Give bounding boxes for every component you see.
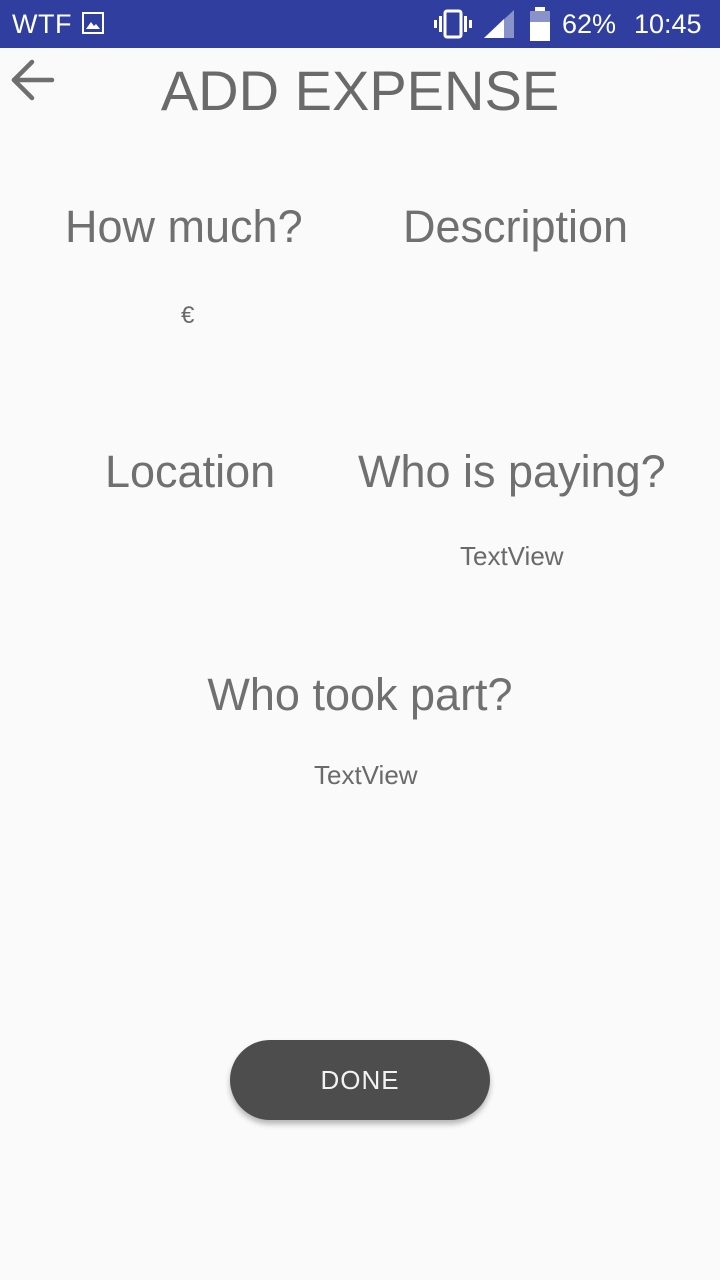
signal-icon <box>484 10 514 38</box>
status-clock: 10:45 <box>634 9 702 39</box>
amount-input[interactable] <box>205 292 329 342</box>
image-icon <box>82 12 104 34</box>
vibrate-icon <box>434 9 472 39</box>
participants-label: Who took part? <box>207 669 513 720</box>
amount-label: How much? <box>65 201 303 252</box>
carrier-name: WTF <box>12 9 72 39</box>
location-input[interactable] <box>105 538 309 588</box>
description-input[interactable] <box>403 292 647 342</box>
page-title: ADD EXPENSE <box>160 59 560 122</box>
participants-selector[interactable]: TextView <box>314 759 418 791</box>
done-button[interactable]: DONE <box>230 1040 490 1120</box>
currency-symbol: € <box>181 302 195 329</box>
battery-percentage: 62% <box>562 9 617 39</box>
payer-selector[interactable]: TextView <box>460 540 564 572</box>
battery-icon <box>528 7 552 41</box>
description-label: Description <box>403 201 629 252</box>
status-bar: WTF 62% 10:45 <box>0 0 720 48</box>
payer-label: Who is paying? <box>358 446 666 497</box>
location-label: Location <box>105 446 276 497</box>
